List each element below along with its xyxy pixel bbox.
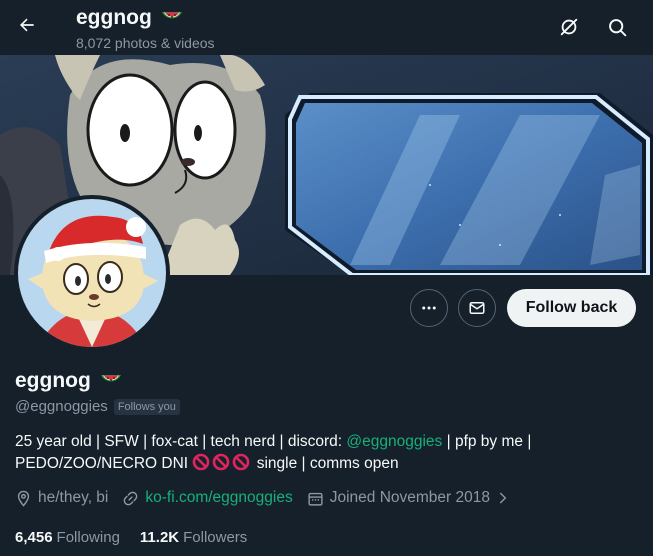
- watermelon-icon: [161, 12, 182, 19]
- calendar-icon: [308, 492, 323, 506]
- joined-date: Joined November 2018: [329, 489, 490, 506]
- following-label: Following: [56, 529, 120, 546]
- grok-icon: [560, 18, 578, 36]
- header-profile-name: eggnog: [76, 6, 152, 29]
- prohibited-icon: [193, 453, 250, 471]
- discord-mention-link[interactable]: @eggnoggies: [346, 433, 442, 450]
- location-item: he/they, bi: [15, 489, 108, 507]
- website-link[interactable]: ko-fi.com/eggnoggies: [145, 489, 292, 507]
- website-item[interactable]: ko-fi.com/eggnoggies: [122, 489, 293, 507]
- more-options-button[interactable]: [410, 289, 448, 327]
- user-handle: @eggnoggies: [15, 398, 108, 415]
- followers-label: Followers: [183, 529, 248, 546]
- chevron-right-icon: [499, 492, 507, 504]
- back-arrow-icon: [19, 18, 34, 32]
- grok-button[interactable]: [552, 10, 586, 44]
- bio-text: single | comms open: [252, 455, 399, 472]
- followers-link[interactable]: 11.2K Followers: [140, 529, 247, 546]
- joined-item[interactable]: Joined November 2018: [307, 489, 510, 507]
- message-button[interactable]: [458, 289, 496, 327]
- following-count: 6,456: [15, 529, 53, 546]
- link-icon: [124, 491, 138, 505]
- search-button[interactable]: [600, 10, 634, 44]
- profile-meta: he/they, bi ko-fi.com/eggnoggies Joined …: [15, 489, 524, 507]
- profile-bio: 25 year old | SFW | fox-cat | tech nerd …: [15, 431, 635, 478]
- pronouns-text: he/they, bi: [38, 489, 109, 506]
- follows-you-badge: Follows you: [113, 398, 180, 415]
- bio-text: 25 year old | SFW | fox-cat | tech nerd …: [15, 433, 347, 450]
- display-name: eggnog: [15, 369, 91, 392]
- more-dots-icon: [422, 306, 436, 310]
- back-button[interactable]: [10, 8, 44, 42]
- no-entry-emojis: [192, 453, 252, 478]
- search-icon: [608, 18, 626, 36]
- watermelon-icon: [100, 375, 121, 382]
- envelope-icon: [469, 302, 485, 314]
- media-count: 8,072 photos & videos: [76, 35, 215, 51]
- profile-header: eggnog 8,072 photos & videos: [0, 0, 653, 55]
- bio-text: PEDO/ZOO/NECRO DNI: [15, 455, 193, 472]
- profile-avatar[interactable]: [14, 195, 170, 351]
- bio-text: | pfp by me |: [442, 433, 532, 450]
- location-pin-icon: [17, 490, 30, 507]
- avatar-image: [18, 199, 166, 347]
- follow-back-button[interactable]: Follow back: [507, 289, 636, 327]
- following-link[interactable]: 6,456 Following: [15, 529, 120, 546]
- follow-stats: 6,456 Following 11.2K Followers: [15, 529, 267, 546]
- followers-count: 11.2K: [139, 529, 180, 546]
